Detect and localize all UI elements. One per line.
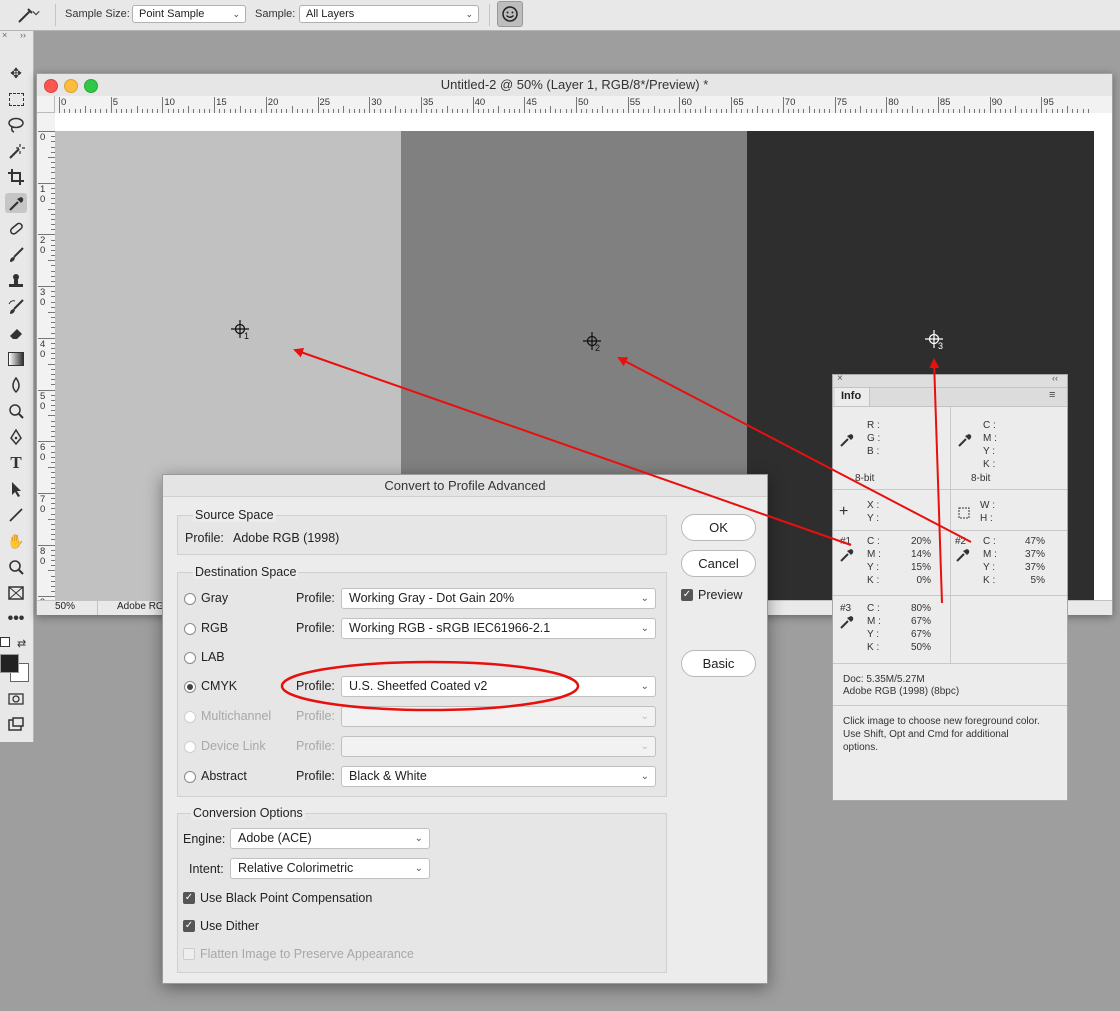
annotation-overlay bbox=[280, 347, 972, 712]
annotation-arrow-3 bbox=[929, 358, 943, 604]
annotation-arrow-2 bbox=[617, 357, 972, 543]
highlight-ellipse bbox=[280, 660, 580, 712]
annotation-arrow-1 bbox=[293, 347, 852, 546]
